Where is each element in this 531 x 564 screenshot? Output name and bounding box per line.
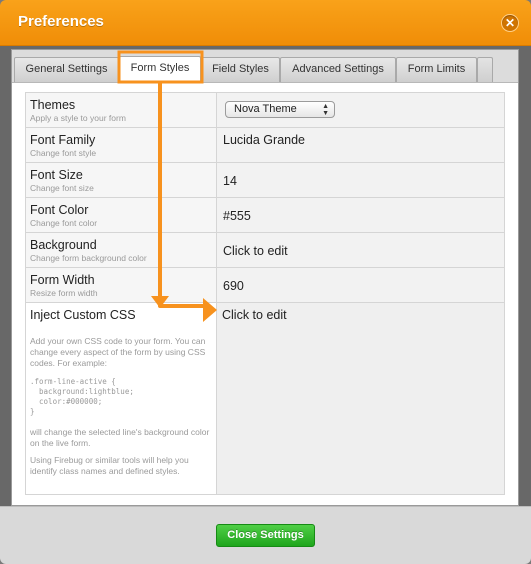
- setting-label-cell: Font Family Change font style: [26, 128, 217, 162]
- custom-css-explanation: will change the selected line's backgrou…: [30, 427, 210, 448]
- custom-css-help: Add your own CSS code to your form. You …: [30, 336, 206, 368]
- setting-title: Font Size: [30, 168, 83, 182]
- setting-row-custom-css: Inject Custom CSS Add your own CSS code …: [26, 303, 504, 494]
- setting-subtitle: Change font size: [30, 183, 94, 193]
- setting-value: Click to edit: [222, 308, 287, 322]
- setting-label-cell: Themes Apply a style to your form: [26, 93, 217, 127]
- setting-subtitle: Resize form width: [30, 288, 98, 298]
- setting-row-background: Background Change form background color …: [26, 233, 504, 268]
- close-settings-button[interactable]: Close Settings: [216, 524, 315, 547]
- theme-select-value: Nova Theme: [234, 103, 297, 115]
- settings-panel: General Settings Form Styles Field Style…: [11, 49, 519, 506]
- setting-value: 14: [223, 174, 237, 188]
- setting-subtitle: Change font style: [30, 148, 97, 158]
- form-width-value[interactable]: 690: [217, 268, 504, 302]
- setting-subtitle: Change form background color: [30, 253, 147, 263]
- setting-label-cell: Background Change form background color: [26, 233, 217, 267]
- tab-form-limits[interactable]: Form Limits: [396, 57, 477, 82]
- setting-title: Themes: [30, 98, 76, 112]
- background-value[interactable]: Click to edit: [217, 233, 504, 267]
- tab-general-settings[interactable]: General Settings: [14, 57, 119, 82]
- setting-row-themes: Themes Apply a style to your form Nova T…: [26, 93, 504, 128]
- dialog-titlebar: Preferences ✕: [0, 0, 531, 46]
- tab-form-styles[interactable]: Form Styles: [119, 56, 201, 83]
- dialog-body: General Settings Form Styles Field Style…: [0, 46, 531, 564]
- settings-grid: Themes Apply a style to your form Nova T…: [25, 92, 505, 495]
- setting-row-font-color: Font Color Change font color #555: [26, 198, 504, 233]
- setting-subtitle: Change font color: [30, 218, 98, 228]
- font-size-value[interactable]: 14: [217, 163, 504, 197]
- setting-label-cell: Form Width Resize form width: [26, 268, 217, 302]
- setting-label-cell: Font Size Change font size: [26, 163, 217, 197]
- setting-title: Inject Custom CSS: [30, 308, 136, 322]
- custom-css-tip: Using Firebug or similar tools will help…: [30, 455, 189, 476]
- setting-title: Font Color: [30, 203, 89, 217]
- tab-advanced-settings[interactable]: Advanced Settings: [280, 57, 396, 82]
- font-family-value[interactable]: Lucida Grande: [217, 128, 504, 162]
- setting-value: Click to edit: [223, 244, 288, 258]
- setting-row-form-width: Form Width Resize form width 690: [26, 268, 504, 303]
- setting-title: Form Width: [30, 273, 95, 287]
- setting-subtitle: Apply a style to your form: [30, 113, 126, 123]
- preferences-dialog: Preferences ✕ General Settings Form Styl…: [0, 0, 531, 564]
- dialog-title: Preferences: [18, 13, 104, 30]
- tab-bar: General Settings Form Styles Field Style…: [12, 50, 518, 83]
- font-color-value[interactable]: #555: [217, 198, 504, 232]
- setting-row-font-size: Font Size Change font size 14: [26, 163, 504, 198]
- custom-css-value[interactable]: Click to edit: [217, 303, 504, 494]
- close-icon[interactable]: ✕: [501, 14, 519, 32]
- setting-value: 690: [223, 279, 244, 293]
- setting-value: Lucida Grande: [223, 133, 306, 147]
- tab-field-styles[interactable]: Field Styles: [201, 57, 280, 82]
- custom-css-example: .form-line-active { background:lightblue…: [30, 377, 134, 416]
- select-arrows-icon: ▲ ▼: [322, 103, 329, 117]
- setting-row-font-family: Font Family Change font style Lucida Gra…: [26, 128, 504, 163]
- setting-value: #555: [223, 209, 251, 223]
- setting-value-cell: Nova Theme ▲ ▼: [217, 93, 504, 127]
- setting-title: Font Family: [30, 133, 96, 147]
- setting-title: Background: [30, 238, 97, 252]
- tab-spacer: [477, 57, 493, 82]
- setting-label-cell: Inject Custom CSS Add your own CSS code …: [26, 303, 217, 494]
- dialog-footer: Close Settings: [0, 506, 531, 564]
- theme-select[interactable]: Nova Theme ▲ ▼: [225, 101, 335, 118]
- setting-label-cell: Font Color Change font color: [26, 198, 217, 232]
